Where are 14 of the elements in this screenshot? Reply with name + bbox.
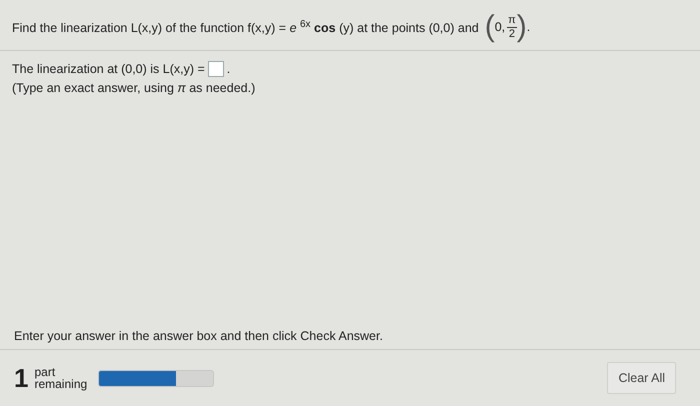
answer-hint: (Type an exact answer, using π as needed.): [12, 81, 256, 95]
period-text: .: [226, 62, 230, 76]
close-parenthesis: ): [516, 12, 527, 42]
parts-count: 1: [14, 362, 28, 394]
instruction-text: Enter your answer in the answer box and then click Check Answer.: [0, 329, 700, 350]
open-parenthesis: (: [484, 12, 495, 42]
answer-box[interactable]: [208, 61, 224, 77]
parts-label: part remaining: [34, 366, 88, 390]
question-text: Find the linearization L(x,y) of the function f(x,y) = e $^{6x}$ cos (y) at the points (0,0) and: [12, 18, 479, 36]
clear-all-button[interactable]: Clear All: [607, 362, 676, 394]
point-coordinate: 0,: [494, 20, 506, 34]
pi-over-two-fraction: π 2: [507, 14, 517, 40]
period-text: .: [526, 20, 530, 34]
answer-prompt: The linearization at (0,0) is L(x,y) =: [12, 62, 205, 76]
